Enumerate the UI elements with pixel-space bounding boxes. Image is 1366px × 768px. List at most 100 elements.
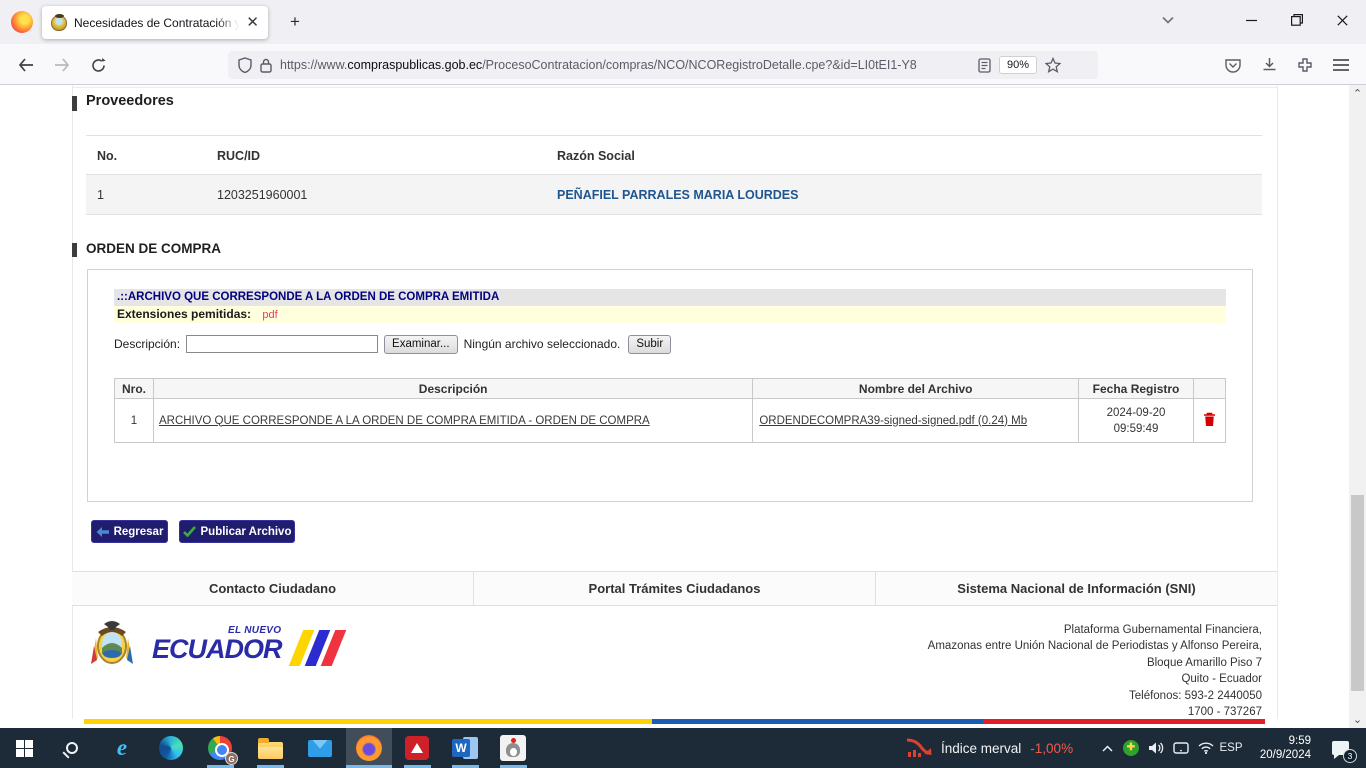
downloads-icon[interactable] bbox=[1254, 52, 1284, 78]
reader-mode-icon[interactable] bbox=[978, 58, 991, 73]
descripcion-input[interactable] bbox=[186, 335, 378, 353]
upload-form-row: Descripción: Examinar... Ningún archivo … bbox=[114, 332, 671, 356]
upload-panel: .::ARCHIVO QUE CORRESPONDE A LA ORDEN DE… bbox=[87, 269, 1253, 502]
bookmark-star-icon[interactable] bbox=[1045, 57, 1061, 73]
delete-trash-icon[interactable] bbox=[1203, 412, 1216, 427]
taskbar-word[interactable]: W bbox=[442, 728, 488, 768]
files-row: 1 ARCHIVO QUE CORRESPONDE A LA ORDEN DE … bbox=[115, 399, 1226, 443]
taskbar-firefox-active[interactable] bbox=[346, 728, 392, 768]
publicar-archivo-button[interactable]: Publicar Archivo bbox=[179, 520, 295, 543]
logo-ecuador-text: ECUADOR bbox=[152, 634, 282, 665]
screen: Necesidades de Contratación y ✕ + bbox=[0, 0, 1366, 768]
link-portal-tramites[interactable]: Portal Trámites Ciudadanos bbox=[473, 572, 875, 605]
action-center-button[interactable]: 3 bbox=[1320, 728, 1360, 768]
menu-hamburger-icon[interactable] bbox=[1326, 52, 1356, 78]
col-razon: Razón Social bbox=[557, 136, 1262, 174]
page-viewport: Proveedores No. RUC/ID Razón Social 1 12… bbox=[0, 85, 1366, 728]
stock-change: -1,00% bbox=[1030, 741, 1073, 756]
no-file-selected-text: Ningún archivo seleccionado. bbox=[464, 337, 621, 351]
col-ruc: RUC/ID bbox=[217, 136, 557, 174]
clock-widget[interactable]: 9:59 20/9/2024 bbox=[1243, 728, 1313, 768]
volume-icon[interactable] bbox=[1144, 728, 1168, 768]
tab-close-icon[interactable]: ✕ bbox=[246, 16, 259, 30]
acrobat-icon bbox=[405, 736, 429, 760]
browser-toolbar: https://www.compraspublicas.gob.ec/Proce… bbox=[0, 44, 1366, 85]
extensiones-label: Extensiones pemitidas: bbox=[117, 307, 251, 321]
extensions-icon[interactable] bbox=[1290, 52, 1320, 78]
java-app-icon bbox=[500, 735, 526, 761]
regresar-button[interactable]: Regresar bbox=[91, 520, 168, 543]
taskbar-internet-explorer[interactable]: e bbox=[99, 728, 145, 768]
col-nro: Nro. bbox=[115, 379, 154, 399]
flag-stripe-red bbox=[983, 719, 1265, 724]
browser-tab[interactable]: Necesidades de Contratación y ✕ bbox=[42, 6, 268, 39]
orden-title: ORDEN DE COMPRA bbox=[86, 241, 221, 256]
scroll-down-icon[interactable]: ⌄ bbox=[1349, 713, 1366, 726]
word-icon: W bbox=[452, 736, 478, 760]
taskbar-stock-widget[interactable]: Índice merval -1,00% bbox=[906, 728, 1073, 768]
cell-delete bbox=[1193, 399, 1225, 443]
windows-taskbar: e G W Índice merval -1,0 bbox=[0, 728, 1366, 768]
pocket-icon[interactable] bbox=[1218, 52, 1248, 78]
taskbar-acrobat[interactable] bbox=[394, 728, 440, 768]
back-button[interactable] bbox=[12, 52, 40, 78]
stock-label: Índice merval bbox=[941, 741, 1021, 756]
flag-stripe-yellow bbox=[84, 719, 652, 724]
close-button[interactable] bbox=[1320, 0, 1365, 40]
cell-fecha: 2024-09-20 09:59:49 bbox=[1079, 399, 1194, 443]
fecha-date: 2024-09-20 bbox=[1079, 405, 1193, 421]
restore-button[interactable] bbox=[1274, 0, 1319, 40]
new-tab-button[interactable]: + bbox=[283, 10, 307, 34]
taskbar-file-explorer[interactable] bbox=[247, 728, 293, 768]
mail-icon bbox=[308, 740, 332, 757]
zoom-level-badge[interactable]: 90% bbox=[999, 56, 1037, 74]
proveedores-row: 1 1203251960001 PEÑAFIEL PARRALES MARIA … bbox=[86, 175, 1262, 215]
taskbar-edge[interactable] bbox=[148, 728, 194, 768]
language-indicator[interactable]: ESP bbox=[1218, 728, 1244, 768]
subir-button[interactable]: Subir bbox=[628, 335, 671, 354]
files-table: Nro. Descripción Nombre del Archivo Fech… bbox=[114, 378, 1226, 443]
tray-chevron-icon[interactable] bbox=[1096, 728, 1118, 768]
vertical-scrollbar[interactable]: ⌃ ⌄ bbox=[1349, 85, 1366, 728]
url-path: /ProcesoContratacion/compras/NCO/NCORegi… bbox=[482, 58, 917, 72]
lock-icon[interactable] bbox=[260, 58, 272, 73]
address-line: Amazonas entre Unión Nacional de Periodi… bbox=[842, 638, 1262, 654]
razon-social-link[interactable]: PEÑAFIEL PARRALES MARIA LOURDES bbox=[557, 188, 798, 202]
col-no: No. bbox=[86, 136, 217, 174]
url-text: https://www.compraspublicas.gob.ec/Proce… bbox=[280, 58, 970, 72]
firefox-logo-icon bbox=[11, 11, 33, 33]
search-button[interactable] bbox=[49, 728, 95, 768]
descripcion-label: Descripción: bbox=[114, 337, 180, 351]
forward-button[interactable] bbox=[48, 52, 76, 78]
link-sni[interactable]: Sistema Nacional de Información (SNI) bbox=[875, 572, 1277, 605]
address-line: Teléfonos: 593-2 2440050 bbox=[842, 688, 1262, 704]
reload-button[interactable] bbox=[84, 52, 112, 78]
scrollbar-thumb[interactable] bbox=[1351, 495, 1364, 691]
footer-address: Plataforma Gubernamental Financiera, Ama… bbox=[842, 622, 1262, 720]
taskbar-chrome[interactable]: G bbox=[197, 728, 243, 768]
file-descripcion-link[interactable]: ARCHIVO QUE CORRESPONDE A LA ORDEN DE CO… bbox=[159, 415, 650, 427]
url-bar[interactable]: https://www.compraspublicas.gob.ec/Proce… bbox=[228, 51, 1098, 79]
start-button[interactable] bbox=[1, 728, 47, 768]
tab-list-chevron-icon[interactable] bbox=[1145, 0, 1190, 40]
section-marker bbox=[72, 96, 77, 111]
cell-ruc: 1203251960001 bbox=[217, 175, 557, 214]
col-actions bbox=[1193, 379, 1225, 399]
taskbar-mail[interactable] bbox=[297, 728, 343, 768]
search-icon bbox=[66, 742, 78, 754]
tablet-mode-icon[interactable] bbox=[1169, 728, 1193, 768]
address-line: Plataforma Gubernamental Financiera, bbox=[842, 622, 1262, 638]
flag-stripe-blue bbox=[652, 719, 983, 724]
regresar-label: Regresar bbox=[114, 526, 164, 538]
wifi-icon[interactable] bbox=[1194, 728, 1218, 768]
edge-icon bbox=[159, 736, 183, 760]
scroll-up-icon[interactable]: ⌃ bbox=[1349, 87, 1366, 100]
taskbar-java-app[interactable] bbox=[490, 728, 536, 768]
examinar-button[interactable]: Examinar... bbox=[384, 335, 458, 354]
shield-icon[interactable] bbox=[238, 57, 252, 73]
link-contacto-ciudadano[interactable]: Contacto Ciudadano bbox=[72, 572, 473, 605]
clock-time: 9:59 bbox=[1289, 734, 1311, 748]
minimize-button[interactable] bbox=[1229, 0, 1274, 40]
file-nombre-link[interactable]: ORDENDECOMPRA39-signed-signed.pdf (0.24)… bbox=[759, 415, 1027, 427]
tray-antivirus-icon[interactable]: ✚ bbox=[1119, 728, 1143, 768]
